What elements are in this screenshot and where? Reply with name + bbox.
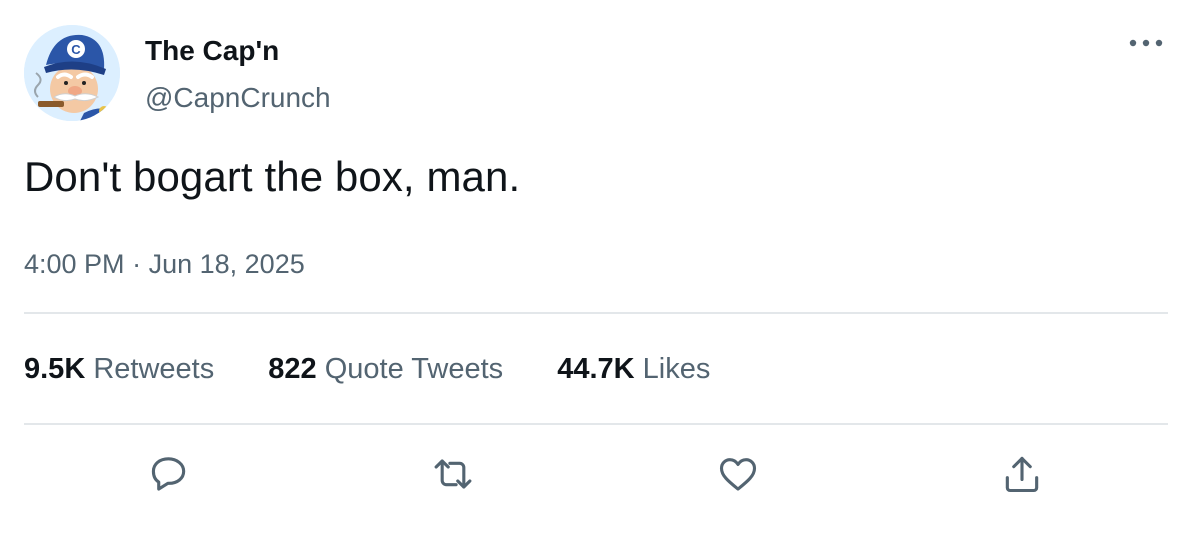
retweets-stat[interactable]: 9.5K Retweets [24,353,214,386]
tweet-time[interactable]: 4:00 PM [24,249,125,279]
like-button[interactable] [714,450,762,498]
likes-label: Likes [642,353,711,385]
divider [24,312,1168,314]
tweet-card: C The Cap'n @CapnCrunch Don't bogart the… [0,0,1192,546]
quote-tweets-stat[interactable]: 822 Quote Tweets [268,353,503,386]
heart-icon [719,458,757,491]
more-options-button[interactable] [1124,28,1168,58]
retweet-button[interactable] [429,450,477,498]
likes-count: 44.7K [557,353,635,385]
cap-n-crunch-avatar-icon: C [24,25,120,121]
display-name[interactable]: The Cap'n [145,35,279,67]
engagement-stats: 9.5K Retweets 822 Quote Tweets 44.7K Lik… [24,353,756,386]
share-icon [1005,456,1039,493]
avatar[interactable]: C [24,25,120,121]
tweet-date[interactable]: Jun 18, 2025 [149,249,305,279]
reply-button[interactable] [145,450,193,498]
divider [24,423,1168,425]
likes-stat[interactable]: 44.7K Likes [557,353,710,386]
more-horizontal-icon [1129,39,1163,47]
timestamp-separator: · [132,249,142,279]
user-handle[interactable]: @CapnCrunch [145,82,331,114]
quote-tweets-label: Quote Tweets [324,353,504,385]
tweet-timestamp: 4:00 PM · Jun 18, 2025 [24,249,305,280]
svg-text:C: C [71,42,81,57]
share-button[interactable] [998,450,1046,498]
reply-icon [151,457,186,491]
retweet-icon [434,459,472,489]
retweets-count: 9.5K [24,353,86,385]
retweets-label: Retweets [93,353,215,385]
quote-tweets-count: 822 [268,353,317,385]
tweet-text: Don't bogart the box, man. [24,153,521,200]
